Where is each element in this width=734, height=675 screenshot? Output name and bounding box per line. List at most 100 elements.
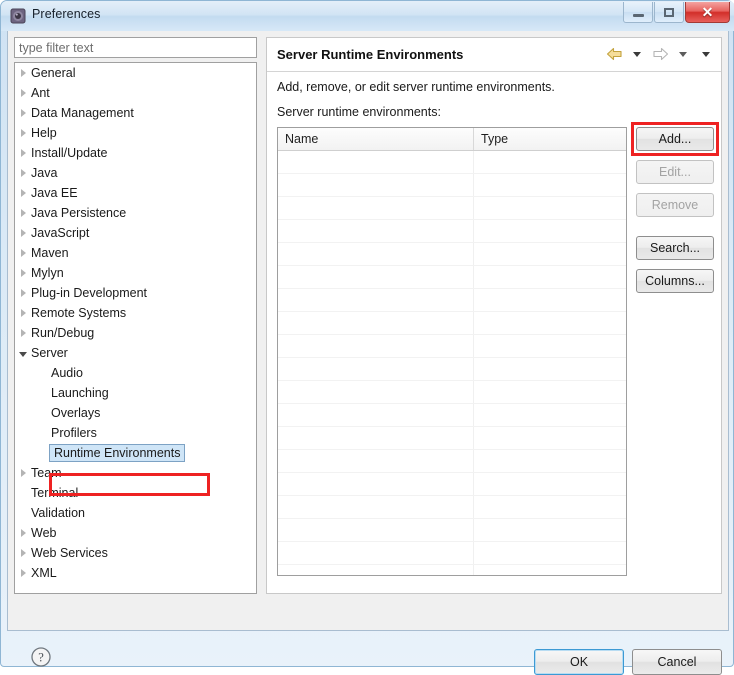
table-cell-type	[474, 427, 626, 449]
tree-item-server[interactable]: Server	[15, 343, 256, 363]
table-row[interactable]	[278, 496, 626, 519]
filter-input[interactable]	[14, 37, 257, 58]
chevron-right-icon[interactable]	[15, 569, 31, 577]
tree-item-label: Runtime Environments	[49, 444, 186, 462]
table-cell-type	[474, 542, 626, 564]
chevron-right-icon[interactable]	[15, 249, 31, 257]
tree-item-label: Install/Update	[31, 146, 108, 160]
ok-button[interactable]: OK	[534, 649, 624, 675]
tree-item-java-persistence[interactable]: Java Persistence	[15, 203, 256, 223]
tree-item-data-management[interactable]: Data Management	[15, 103, 256, 123]
chevron-right-icon[interactable]	[15, 209, 31, 217]
chevron-right-icon[interactable]	[15, 169, 31, 177]
table-row[interactable]	[278, 312, 626, 335]
tree-item-java-ee[interactable]: Java EE	[15, 183, 256, 203]
chevron-right-icon[interactable]	[15, 129, 31, 137]
list-label: Server runtime environments:	[277, 105, 441, 119]
tree-item-runtime-environments[interactable]: Runtime Environments	[15, 443, 256, 463]
preferences-tree[interactable]: General Ant Data Management Help Install/Upd…	[14, 62, 257, 594]
chevron-right-icon[interactable]	[15, 329, 31, 337]
tree-item-java[interactable]: Java	[15, 163, 256, 183]
chevron-right-icon[interactable]	[15, 89, 31, 97]
chevron-right-icon[interactable]	[15, 549, 31, 557]
chevron-right-icon[interactable]	[15, 289, 31, 297]
tree-item-plug-in-development[interactable]: Plug-in Development	[15, 283, 256, 303]
table-row[interactable]	[278, 427, 626, 450]
view-menu-chevron-down-icon[interactable]	[697, 46, 715, 62]
back-arrow-icon[interactable]	[605, 46, 623, 62]
back-dropdown-chevron-down-icon[interactable]	[628, 46, 646, 62]
tree-item-team[interactable]: Team	[15, 463, 256, 483]
tree-item-overlays[interactable]: Overlays	[15, 403, 256, 423]
table-cell-name	[278, 381, 474, 403]
table-row[interactable]	[278, 243, 626, 266]
chevron-right-icon[interactable]	[15, 189, 31, 197]
tree-item-label: Validation	[31, 506, 85, 520]
tree-item-install-update[interactable]: Install/Update	[15, 143, 256, 163]
tree-item-terminal[interactable]: Terminal	[15, 483, 256, 503]
table-cell-type	[474, 473, 626, 495]
chevron-right-icon[interactable]	[15, 269, 31, 277]
column-header-name[interactable]: Name	[278, 128, 474, 150]
tree-item-launching[interactable]: Launching	[15, 383, 256, 403]
chevron-right-icon[interactable]	[15, 229, 31, 237]
tree-item-web-services[interactable]: Web Services	[15, 543, 256, 563]
chevron-down-icon[interactable]	[15, 349, 31, 357]
tree-item-web[interactable]: Web	[15, 523, 256, 543]
column-header-type[interactable]: Type	[474, 128, 626, 150]
chevron-right-icon[interactable]	[15, 529, 31, 537]
table-row[interactable]	[278, 450, 626, 473]
table-row[interactable]	[278, 197, 626, 220]
table-row[interactable]	[278, 542, 626, 565]
tree-item-label: Java EE	[31, 186, 78, 200]
table-row[interactable]	[278, 519, 626, 542]
chevron-right-icon	[20, 529, 26, 537]
chevron-right-icon	[20, 89, 26, 97]
search-button[interactable]: Search...	[636, 236, 714, 260]
chevron-right-icon	[20, 209, 26, 217]
add-button[interactable]: Add...	[636, 127, 714, 151]
chevron-right-icon[interactable]	[15, 69, 31, 77]
runtime-environments-table[interactable]: Name Type	[277, 127, 627, 576]
table-row[interactable]	[278, 174, 626, 197]
tree-item-validation[interactable]: Validation	[15, 503, 256, 523]
tree-item-xml[interactable]: XML	[15, 563, 256, 583]
dialog-client-area: General Ant Data Management Help Install/Upd…	[7, 31, 729, 675]
tree-item-label: Profilers	[51, 426, 97, 440]
table-row[interactable]	[278, 358, 626, 381]
table-row[interactable]	[278, 473, 626, 496]
tree-item-profilers[interactable]: Profilers	[15, 423, 256, 443]
table-row[interactable]	[278, 266, 626, 289]
help-question-icon[interactable]: ?	[30, 646, 52, 668]
cancel-button[interactable]: Cancel	[632, 649, 722, 675]
table-row[interactable]	[278, 381, 626, 404]
tree-item-ant[interactable]: Ant	[15, 83, 256, 103]
tree-item-help[interactable]: Help	[15, 123, 256, 143]
table-row[interactable]	[278, 151, 626, 174]
table-row[interactable]	[278, 565, 626, 575]
chevron-right-icon[interactable]	[15, 469, 31, 477]
columns-button[interactable]: Columns...	[636, 269, 714, 293]
table-row[interactable]	[278, 220, 626, 243]
tree-item-remote-systems[interactable]: Remote Systems	[15, 303, 256, 323]
tree-item-mylyn[interactable]: Mylyn	[15, 263, 256, 283]
chevron-right-icon[interactable]	[15, 149, 31, 157]
chevron-right-icon	[20, 69, 26, 77]
tree-item-general[interactable]: General	[15, 63, 256, 83]
table-cell-type	[474, 174, 626, 196]
table-row[interactable]	[278, 289, 626, 312]
chevron-right-icon[interactable]	[15, 309, 31, 317]
table-row[interactable]	[278, 404, 626, 427]
close-button[interactable]: ✕	[685, 2, 730, 23]
table-cell-name	[278, 427, 474, 449]
forward-dropdown-chevron-down-icon[interactable]	[674, 46, 692, 62]
tree-item-maven[interactable]: Maven	[15, 243, 256, 263]
chevron-right-icon[interactable]	[15, 109, 31, 117]
table-row[interactable]	[278, 335, 626, 358]
tree-item-audio[interactable]: Audio	[15, 363, 256, 383]
tree-item-javascript[interactable]: JavaScript	[15, 223, 256, 243]
tree-item-run-debug[interactable]: Run/Debug	[15, 323, 256, 343]
minimize-button[interactable]	[623, 2, 653, 23]
tree-item-label: Data Management	[31, 106, 134, 120]
maximize-button[interactable]	[654, 2, 684, 23]
